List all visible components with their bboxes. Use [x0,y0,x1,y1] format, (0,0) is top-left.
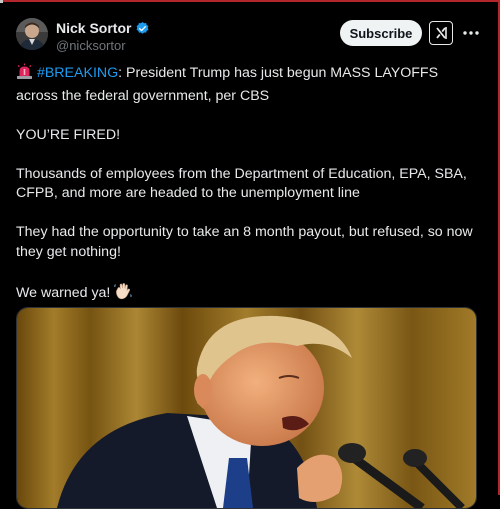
avatar[interactable] [16,18,48,50]
verified-badge-icon [135,21,150,36]
tweet-paragraph-1: #BREAKING: President Trump has just begu… [16,63,476,106]
tweet-media-image[interactable] [16,307,477,509]
breaking-hashtag-link[interactable]: #BREAKING [37,65,118,81]
avatar-photo-icon [16,18,48,50]
tweet-line-5-text: We warned ya! [16,284,111,301]
tweet-header: Nick Sortor @nicksortor Subscribe [16,16,482,56]
window-frame-top [0,0,500,2]
tweet-paragraph-3: Thousands of employees from the Departme… [16,165,467,202]
tweet-text: #BREAKING: President Trump has just begu… [16,63,476,306]
name-row: Nick Sortor [56,20,150,36]
tweet-paragraph-5: We warned ya! [16,282,476,307]
display-name[interactable]: Nick Sortor [56,20,131,36]
handle[interactable]: @nicksortor [56,38,126,53]
tweet-paragraph-4: They had the opportunity to take an 8 mo… [16,224,473,260]
window-corner [0,0,3,3]
waving-hand-emoji-icon [114,282,132,307]
subscribe-button[interactable]: Subscribe [340,20,422,46]
photo-speaker-at-microphone-icon [17,308,476,508]
grok-icon[interactable] [429,21,453,45]
tweet-paragraph-2: YOU’RE FIRED! [16,126,121,143]
siren-emoji-icon [16,63,33,87]
more-options-icon[interactable] [459,20,483,46]
